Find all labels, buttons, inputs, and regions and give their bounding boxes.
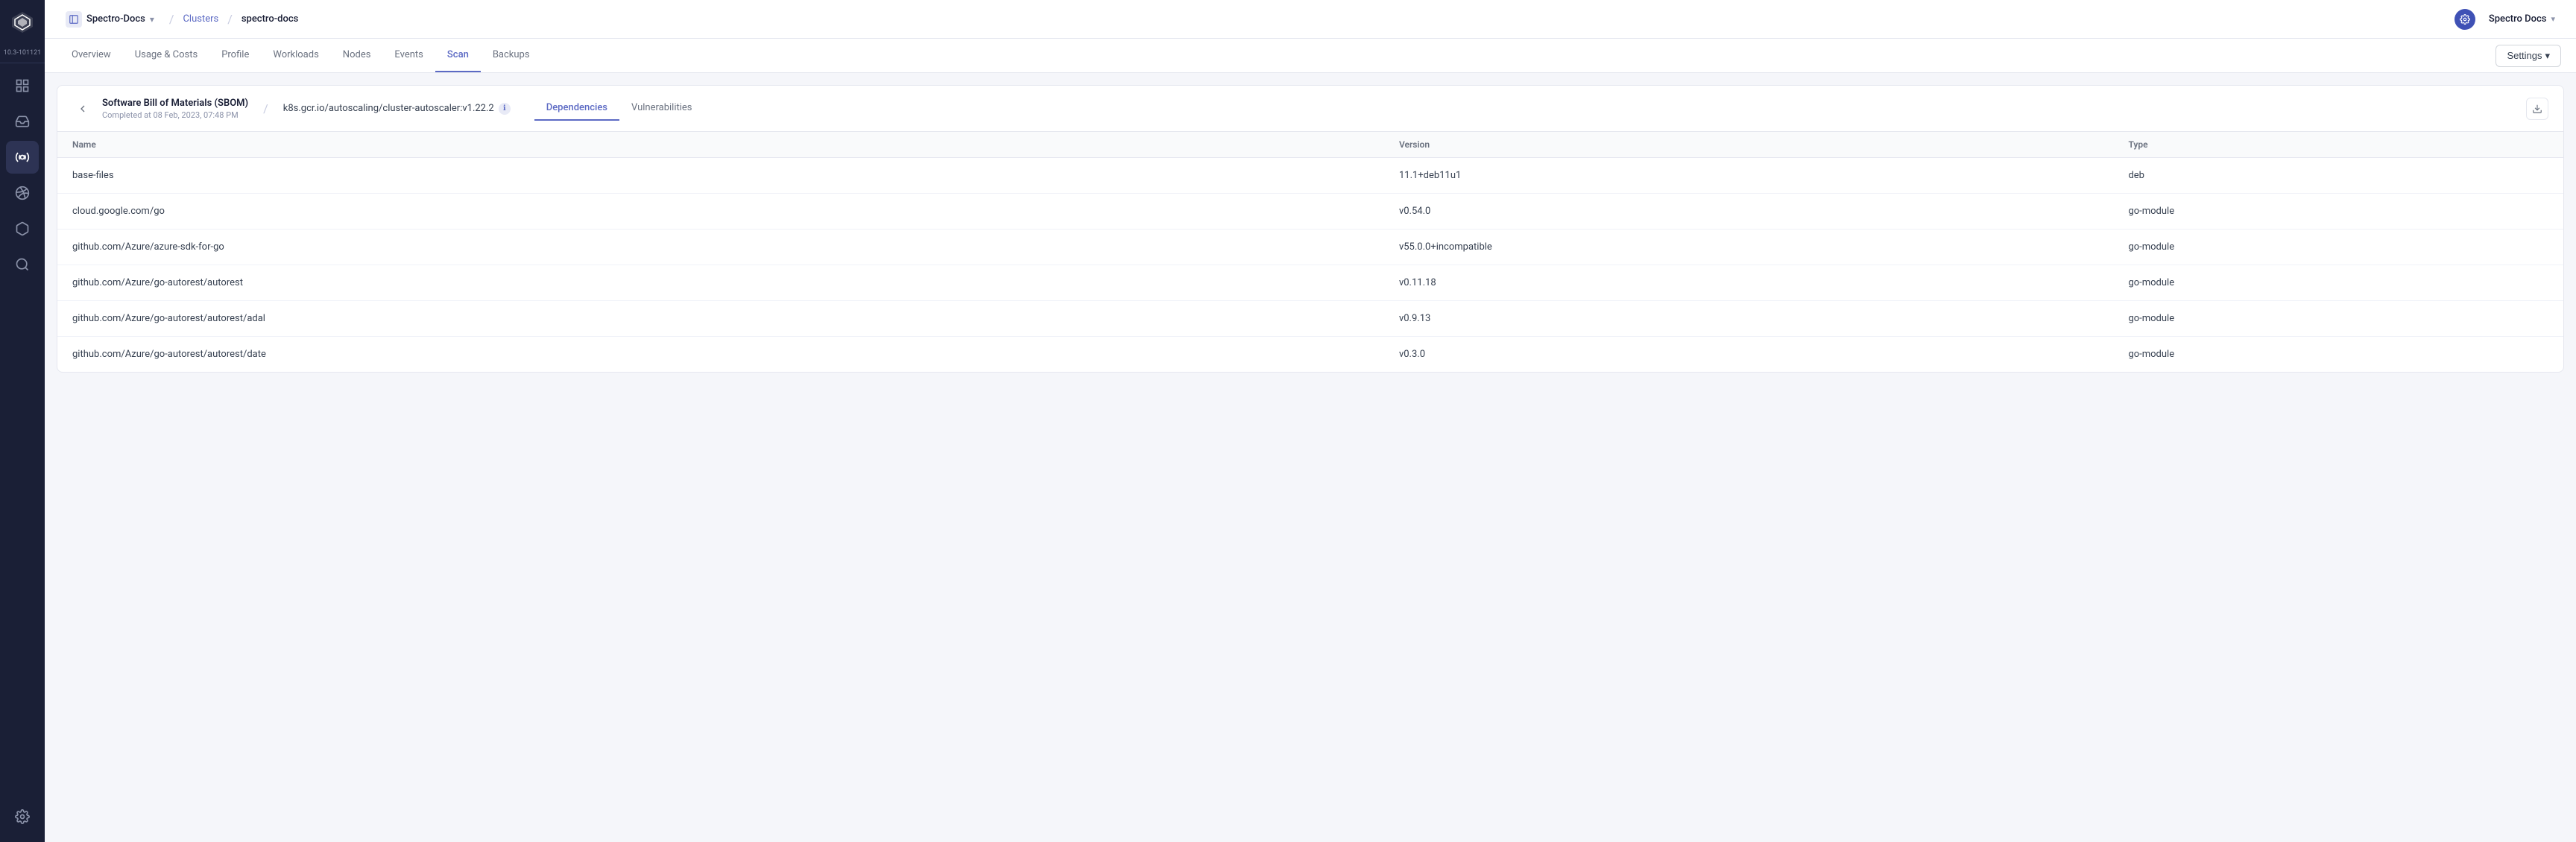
topbar: Spectro-Docs ▾ / Clusters / spectro-docs… — [45, 0, 2576, 39]
tab-backups[interactable]: Backups — [481, 39, 542, 72]
card-tab-vulnerabilities[interactable]: Vulnerabilities — [619, 96, 704, 121]
cell-version: 11.1+deb11u1 — [1384, 158, 2113, 194]
cell-type: go-module — [2113, 265, 2563, 301]
cell-type: go-module — [2113, 194, 2563, 230]
cell-name: github.com/Azure/go-autorest/autorest/da… — [57, 337, 1384, 373]
cell-name: cloud.google.com/go — [57, 194, 1384, 230]
card-subtitle: Completed at 08 Feb, 2023, 07:48 PM — [102, 110, 248, 120]
cell-name: github.com/Azure/go-autorest/autorest — [57, 265, 1384, 301]
cell-version: v0.9.13 — [1384, 301, 2113, 337]
tab-usage-costs[interactable]: Usage & Costs — [123, 39, 210, 72]
cell-version: v55.0.0+incompatible — [1384, 230, 2113, 265]
user-chevron-icon: ▾ — [2551, 14, 2555, 24]
sidebar-item-stacks[interactable] — [6, 105, 39, 138]
info-icon[interactable]: ℹ — [499, 103, 511, 115]
tab-events[interactable]: Events — [382, 39, 435, 72]
breadcrumb-separator-2: / — [227, 12, 233, 26]
breadcrumb-separator: / — [169, 12, 174, 26]
nav-tabs-right: Settings ▾ — [2496, 45, 2561, 67]
sidebar-item-workloads[interactable] — [6, 141, 39, 174]
card-title-block: Software Bill of Materials (SBOM) Comple… — [102, 98, 248, 120]
main-content: Spectro-Docs ▾ / Clusters / spectro-docs… — [45, 0, 2576, 842]
alert-settings-icon[interactable] — [2455, 9, 2475, 30]
nav-tabs: Overview Usage & Costs Profile Workloads… — [45, 39, 2576, 73]
breadcrumb-current: spectro-docs — [242, 13, 298, 25]
project-chevron-icon: ▾ — [150, 14, 154, 25]
topbar-right: Spectro Docs ▾ — [2455, 9, 2561, 30]
project-icon — [66, 11, 82, 28]
user-name: Spectro Docs — [2489, 13, 2547, 25]
sidebar-item-audit[interactable] — [6, 248, 39, 281]
table-row: github.com/Azure/go-autorest/autorest/ad… — [57, 301, 2563, 337]
cell-version: v0.54.0 — [1384, 194, 2113, 230]
dependencies-table: Name Version Type base-files11.1+deb11u1… — [57, 132, 2563, 372]
tab-workloads[interactable]: Workloads — [261, 39, 330, 72]
cell-name: base-files — [57, 158, 1384, 194]
sidebar-item-settings[interactable] — [6, 800, 39, 833]
card-header-separator: / — [263, 101, 268, 115]
cell-type: deb — [2113, 158, 2563, 194]
sidebar-bottom — [6, 800, 39, 842]
card-tab-dependencies[interactable]: Dependencies — [534, 96, 619, 121]
tab-profile[interactable]: Profile — [209, 39, 261, 72]
cell-name: github.com/Azure/azure-sdk-for-go — [57, 230, 1384, 265]
table-head: Name Version Type — [57, 132, 2563, 158]
content-area: Software Bill of Materials (SBOM) Comple… — [45, 73, 2576, 842]
cell-type: go-module — [2113, 337, 2563, 373]
table-body: base-files11.1+deb11u1debcloud.google.co… — [57, 158, 2563, 373]
tab-nodes[interactable]: Nodes — [331, 39, 383, 72]
table-row: cloud.google.com/gov0.54.0go-module — [57, 194, 2563, 230]
table-row: github.com/Azure/go-autorest/autorest/da… — [57, 337, 2563, 373]
download-button[interactable] — [2526, 98, 2548, 120]
topbar-project-selector[interactable]: Spectro-Docs ▾ — [60, 8, 160, 31]
cell-type: go-module — [2113, 230, 2563, 265]
breadcrumb-clusters-link[interactable]: Clusters — [183, 13, 218, 25]
sidebar-item-dashboard[interactable] — [6, 69, 39, 102]
image-path: k8s.gcr.io/autoscaling/cluster-autoscale… — [283, 103, 494, 114]
table-row: base-files11.1+deb11u1deb — [57, 158, 2563, 194]
col-type: Type — [2113, 132, 2563, 158]
table-row: github.com/Azure/go-autorest/autorestv0.… — [57, 265, 2563, 301]
card-title: Software Bill of Materials (SBOM) — [102, 98, 248, 109]
card-path: k8s.gcr.io/autoscaling/cluster-autoscale… — [283, 103, 511, 115]
card-header: Software Bill of Materials (SBOM) Comple… — [57, 86, 2563, 132]
sidebar-item-integrations[interactable] — [6, 177, 39, 209]
cell-version: v0.11.18 — [1384, 265, 2113, 301]
sidebar-item-registry[interactable] — [6, 212, 39, 245]
back-button[interactable] — [72, 98, 93, 119]
cell-name: github.com/Azure/go-autorest/autorest/ad… — [57, 301, 1384, 337]
table-row: github.com/Azure/azure-sdk-for-gov55.0.0… — [57, 230, 2563, 265]
topbar-user-menu[interactable]: Spectro Docs ▾ — [2483, 10, 2561, 28]
card-actions — [2526, 98, 2548, 120]
settings-button[interactable]: Settings ▾ — [2496, 45, 2561, 67]
sidebar: 10.3-101121 — [0, 0, 45, 842]
sbom-card: Software Bill of Materials (SBOM) Comple… — [57, 85, 2564, 373]
settings-label: Settings — [2507, 50, 2542, 61]
sidebar-logo[interactable] — [0, 0, 45, 45]
tab-overview[interactable]: Overview — [60, 39, 123, 72]
col-name: Name — [57, 132, 1384, 158]
project-name: Spectro-Docs — [86, 13, 145, 25]
sidebar-nav — [0, 63, 45, 800]
cell-type: go-module — [2113, 301, 2563, 337]
tab-scan[interactable]: Scan — [435, 39, 481, 72]
card-tabs: Dependencies Vulnerabilities — [534, 96, 704, 121]
cell-version: v0.3.0 — [1384, 337, 2113, 373]
sidebar-version: 10.3-101121 — [0, 45, 45, 63]
col-version: Version — [1384, 132, 2113, 158]
settings-chevron-icon: ▾ — [2545, 50, 2550, 62]
